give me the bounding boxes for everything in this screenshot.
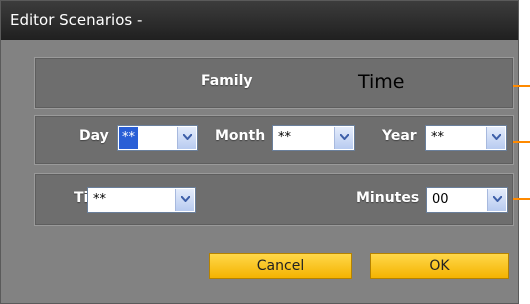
- day-select[interactable]: **: [117, 125, 198, 151]
- time-select[interactable]: **: [87, 187, 196, 213]
- month-label: Month: [215, 128, 266, 144]
- minutes-select-value: 00: [432, 192, 449, 207]
- editor-scenarios-window: Editor Scenarios - Family Time Day ** Mo…: [0, 0, 519, 304]
- month-dropdown-arrow-icon[interactable]: [334, 127, 353, 149]
- window-title: Editor Scenarios -: [1, 1, 518, 40]
- day-select-value: **: [118, 126, 139, 150]
- time-select-value: **: [93, 192, 106, 207]
- family-panel: [34, 57, 514, 109]
- month-select[interactable]: **: [272, 125, 355, 151]
- time-dropdown-arrow-icon[interactable]: [175, 189, 194, 211]
- minutes-select[interactable]: 00: [426, 187, 508, 213]
- year-label: Year: [382, 128, 417, 144]
- connector-tick: [513, 85, 530, 87]
- year-select-value: **: [431, 130, 444, 145]
- month-select-value: **: [278, 130, 291, 145]
- year-select[interactable]: **: [425, 125, 507, 151]
- type-value: Time: [358, 71, 405, 93]
- minutes-dropdown-arrow-icon[interactable]: [487, 189, 506, 211]
- connector-tick: [513, 198, 530, 200]
- connector-tick: [513, 141, 530, 143]
- ok-button[interactable]: OK: [370, 253, 509, 279]
- day-label: Day: [79, 128, 109, 144]
- family-label: Family: [201, 73, 253, 89]
- day-dropdown-arrow-icon[interactable]: [177, 127, 196, 149]
- year-dropdown-arrow-icon[interactable]: [486, 127, 505, 149]
- cancel-button[interactable]: Cancel: [209, 253, 352, 279]
- minutes-label: Minutes: [356, 190, 420, 206]
